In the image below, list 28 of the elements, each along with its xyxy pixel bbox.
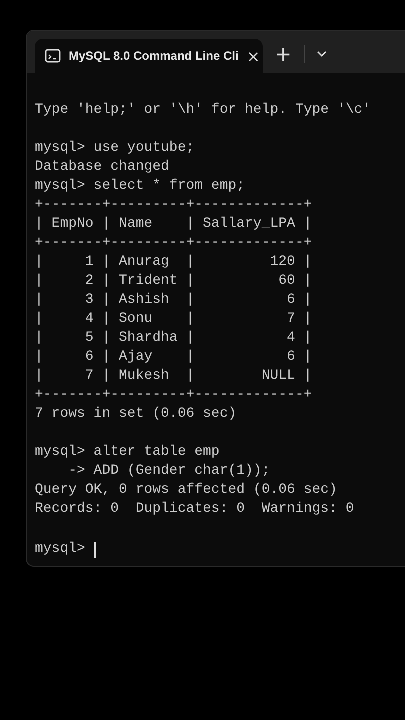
terminal-line: | 7 | Mukesh | NULL | (35, 367, 314, 386)
new-tab-button[interactable]: + (269, 41, 298, 67)
terminal-line: mysql> select * from emp; (35, 177, 246, 196)
terminal-line: mysql> alter table emp (35, 443, 221, 462)
terminal-line: Database changed (35, 158, 170, 177)
terminal-line: +-------+---------+-------------+ (35, 196, 314, 215)
terminal-line: -> ADD (Gender char(1)); (68, 462, 272, 481)
terminal-icon (45, 49, 61, 63)
terminal-line: +-------+---------+-------------+ (35, 234, 314, 253)
terminal-line: | 4 | Sonu | 7 | (35, 310, 314, 329)
terminal-line: | 1 | Anurag | 120 | (35, 253, 314, 272)
terminal-line: Type 'help;' or '\h' for help. Type '\c' (35, 101, 372, 120)
terminal-line: +-------+---------+-------------+ (35, 386, 314, 405)
terminal-line: | 3 | Ashish | 6 | (35, 291, 314, 310)
terminal-line: 7 rows in set (0.06 sec) (35, 405, 238, 424)
terminal-line: Query OK, 0 rows affected (0.06 sec) (35, 481, 338, 500)
terminal-line: | EmpNo | Name | Sallary_LPA | (35, 215, 314, 234)
terminal-line: | 5 | Shardha | 4 | (35, 329, 314, 348)
tab-title: MySQL 8.0 Command Line Cli (69, 49, 239, 63)
close-tab-button[interactable]: × (246, 46, 260, 66)
terminal-line: | 2 | Trident | 60 | (35, 272, 314, 291)
terminal-line: | 6 | Ajay | 6 | (35, 348, 314, 367)
prompt-text: mysql> (35, 540, 86, 559)
terminal-line: mysql> use youtube; (35, 139, 196, 158)
text-cursor (94, 542, 96, 558)
terminal-tab[interactable]: MySQL 8.0 Command Line Cli × (35, 39, 263, 73)
chevron-down-icon (316, 51, 327, 57)
terminal-line: Records: 0 Duplicates: 0 Warnings: 0 (35, 500, 356, 519)
